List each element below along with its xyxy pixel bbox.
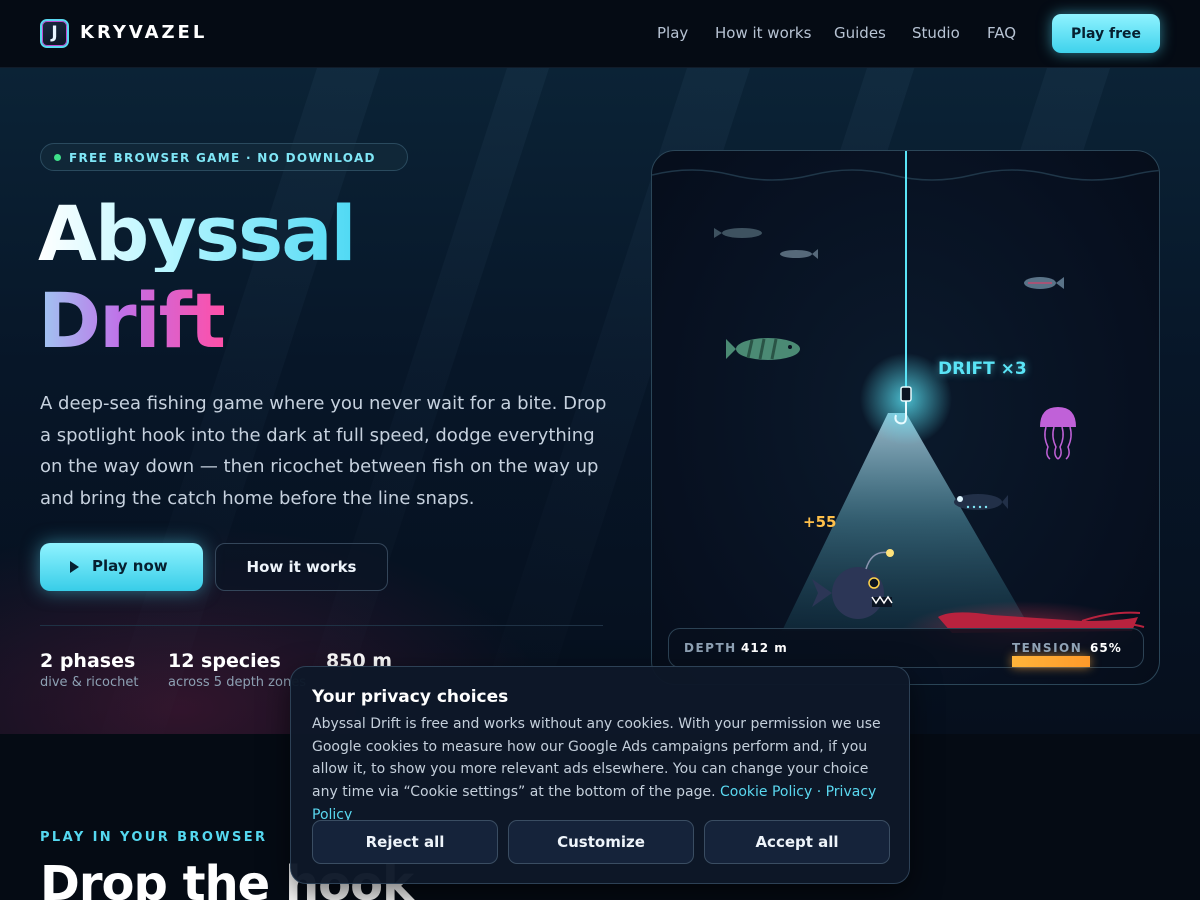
fish-icon [954, 494, 1008, 510]
stat-value: 12 species [168, 650, 281, 672]
nav-link-how-it-works[interactable]: How it works [715, 24, 811, 42]
customize-button[interactable]: Customize [508, 820, 694, 864]
hero-section: FREE BROWSER GAME · NO DOWNLOAD Abyssal … [0, 68, 1200, 734]
depth-value: 412 m [741, 641, 788, 655]
stats-divider [40, 625, 603, 626]
cookie-consent-dialog: Your privacy choices Abyssal Drift is fr… [290, 666, 910, 884]
play-free-button[interactable]: Play free [1052, 14, 1160, 53]
nav-link-play[interactable]: Play [657, 24, 688, 42]
fish-icon [780, 249, 818, 259]
fish-icon [714, 228, 762, 238]
status-dot-icon [54, 154, 61, 161]
cookie-body: Abyssal Drift is free and works without … [312, 713, 897, 827]
fish-icon [1024, 277, 1064, 289]
logo-letter: J [51, 23, 58, 43]
stat-value: 2 phases [40, 650, 136, 672]
cookie-policy-link[interactable]: Cookie Policy [720, 784, 812, 800]
depth-label: DEPTH [684, 641, 737, 655]
hero-title-line1: Abyssal [38, 189, 357, 278]
section-eyebrow: PLAY IN YOUR BROWSER [40, 830, 268, 845]
logo-icon[interactable]: J [40, 19, 69, 48]
game-scene [652, 151, 1159, 661]
link-separator: · [812, 784, 826, 801]
play-now-button[interactable]: Play now [40, 543, 203, 591]
nav-link-studio[interactable]: Studio [912, 24, 960, 42]
hero-lead: A deep-sea fishing game where you never … [40, 393, 607, 509]
nav-link-guides[interactable]: Guides [834, 24, 886, 42]
stat-label: across 5 depth zones [168, 675, 306, 690]
combo-multiplier: DRIFT ×3 [938, 359, 1027, 379]
points-popup: +55 [803, 513, 837, 531]
jellyfish-icon [1040, 407, 1076, 460]
how-it-works-button[interactable]: How it works [215, 543, 388, 591]
brand-name[interactable]: KRYVAZEL [80, 22, 207, 43]
nav-link-faq[interactable]: FAQ [987, 24, 1016, 42]
play-icon [70, 561, 79, 573]
hero-badge-text: FREE BROWSER GAME · NO DOWNLOAD [69, 151, 376, 165]
stat-label: dive & ricochet [40, 675, 139, 690]
hook-icon [900, 386, 912, 402]
top-nav: J KRYVAZEL Play How it works Guides Stud… [0, 0, 1200, 68]
tension-bar [1012, 656, 1090, 667]
play-now-label: Play now [92, 557, 168, 575]
game-preview[interactable]: DRIFT ×3 +55 DEPTH 412 m TENSION 65% [651, 150, 1160, 685]
hero-title-line2: Drift [38, 276, 226, 365]
reject-all-button[interactable]: Reject all [312, 820, 498, 864]
accept-all-button[interactable]: Accept all [704, 820, 890, 864]
fish-icon [726, 338, 800, 360]
game-hud: DEPTH 412 m TENSION 65% [668, 628, 1144, 668]
cookie-title: Your privacy choices [312, 687, 509, 707]
tension-value: 65% [1090, 641, 1122, 655]
hero-badge: FREE BROWSER GAME · NO DOWNLOAD [40, 143, 408, 171]
tension-label: TENSION [1012, 641, 1083, 655]
